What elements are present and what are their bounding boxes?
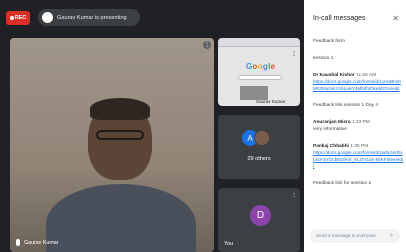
meeting-top-bar: REC Gaurav Kumar is presenting (0, 0, 304, 34)
message-text: session 1 (313, 56, 334, 61)
sender-name: Dr Kaushal Kishor (313, 73, 355, 78)
self-avatar: D (250, 205, 271, 226)
more-options-icon[interactable]: ⋮ (291, 50, 297, 57)
message-sender: Anuranjan Misra 1:23 PM (313, 119, 403, 126)
others-tile[interactable]: A 29 others (218, 115, 300, 179)
panel-title: In-call messages (313, 15, 366, 22)
message-time: 11:56 AM (356, 73, 377, 78)
sender-name: Pankaj Chhabhi (313, 144, 349, 149)
presenting-chip[interactable]: Gaurav Kumar is presenting (38, 9, 140, 26)
google-logo-text: Google (246, 62, 276, 71)
presentation-tile[interactable]: Google ⋮ Saurav Kumar (218, 38, 300, 106)
participant-glasses (96, 130, 144, 140)
message-link[interactable]: https://docs.google.com/forms/d/1yHuBhn0… (313, 79, 403, 92)
message-time: 1:35 PM (350, 144, 369, 149)
self-video-tile[interactable]: D ⁝ You (218, 188, 300, 252)
send-icon[interactable]: ➤ (389, 231, 394, 241)
in-call-messages-panel: In-call messages ✕ Feedback form session… (304, 0, 406, 252)
recording-label: REC (14, 15, 27, 21)
message-text: Feedback link for session 2 (313, 180, 372, 186)
message-input[interactable]: Send a message to everyone ➤ (310, 229, 400, 243)
others-count: 29 others (247, 156, 271, 162)
participant-hair (90, 98, 150, 120)
self-name: You (224, 241, 234, 247)
message-text: Feedback link session 1 Day 4 (313, 103, 379, 108)
message-text: Feedback form (313, 39, 345, 44)
record-dot-icon (9, 16, 14, 20)
message-link[interactable]: https://docs.google.com/forms/d/1w8LNVRx… (313, 150, 403, 170)
presentation-owner-name: Saurav Kumar (256, 99, 286, 104)
message-sender: Pankaj Chhabhi 1:35 PM (313, 143, 403, 150)
presenting-label: Gaurav Kumar is presenting (57, 14, 127, 21)
present-screen-icon (42, 12, 53, 23)
sender-name: Anuranjan Misra (313, 120, 351, 125)
main-video-tile[interactable]: ⋮ Gaurav Kumar (10, 38, 214, 252)
microphone-icon (16, 239, 20, 246)
mute-status-icon: ⁝ (293, 193, 295, 199)
message-input-placeholder: Send a message to everyone (316, 233, 376, 238)
presenter-thumbnail (240, 86, 268, 100)
participant-name-label: Gaurav Kumar (16, 239, 58, 246)
google-search-box (238, 75, 282, 80)
browser-tabs-bar (218, 38, 300, 47)
message-sender: Dr Kaushal Kishor 11:56 AM (313, 72, 403, 79)
close-icon[interactable]: ✕ (392, 14, 399, 23)
message-list: Feedback form session 1 Dr Kaushal Kisho… (313, 38, 403, 187)
message-time: 1:23 PM (351, 120, 370, 125)
google-logo: Google (246, 62, 275, 71)
participant-name: Gaurav Kumar (24, 239, 59, 246)
message-text: very informative (313, 127, 347, 132)
recording-badge: REC (6, 11, 30, 25)
more-options-icon[interactable]: ⋮ (203, 41, 211, 49)
participant-photo-avatar (254, 130, 270, 146)
